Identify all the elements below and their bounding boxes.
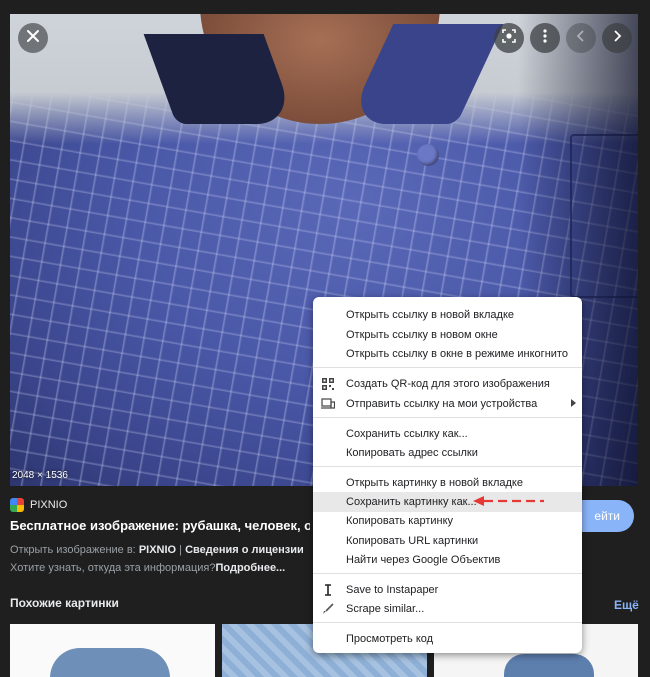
- menu-separator: [313, 622, 582, 623]
- menu-item-label: Сохранить картинку как...: [346, 496, 477, 508]
- chevron-right-icon: [610, 29, 624, 48]
- previous-button[interactable]: [566, 23, 596, 53]
- menu-item-label: Копировать URL картинки: [346, 535, 479, 547]
- lens-button[interactable]: [494, 23, 524, 53]
- similar-images-heading: Похожие картинки: [10, 596, 119, 610]
- menu-item-search-google-lens[interactable]: Найти через Google Объектив: [313, 550, 582, 570]
- context-menu: Открыть ссылку в новой вкладке Открыть с…: [313, 297, 582, 653]
- instapaper-icon: [321, 583, 335, 597]
- close-button[interactable]: [18, 23, 48, 53]
- annotation-arrow-icon: [473, 496, 544, 506]
- menu-item-label: Создать QR-код для этого изображения: [346, 378, 550, 390]
- menu-separator: [313, 367, 582, 368]
- thumbnail-image: [50, 648, 170, 677]
- source-favicon-icon: [10, 498, 24, 512]
- more-vert-icon: [538, 28, 552, 49]
- similar-more-link[interactable]: Ещё: [614, 598, 639, 612]
- similar-thumbnail[interactable]: [10, 624, 215, 677]
- devices-icon: [321, 397, 335, 411]
- menu-item-label: Копировать картинку: [346, 515, 454, 527]
- source-name[interactable]: PIXNIO: [30, 499, 67, 511]
- separator: |: [176, 544, 186, 556]
- menu-item-label: Save to Instapaper: [346, 584, 439, 596]
- menu-item-open-link-new-tab[interactable]: Открыть ссылку в новой вкладке: [313, 305, 582, 325]
- chevron-left-icon: [574, 29, 588, 48]
- menu-item-label: Scrape similar...: [346, 603, 425, 615]
- menu-item-copy-link-address[interactable]: Копировать адрес ссылки: [313, 443, 582, 463]
- menu-item-label: Отправить ссылку на мои устройства: [346, 398, 538, 410]
- menu-item-label: Открыть ссылку в новом окне: [346, 329, 498, 341]
- submenu-arrow-icon: [571, 399, 576, 407]
- scraper-icon: [321, 602, 335, 616]
- open-image-line: Открыть изображение в: PIXNIO | Сведения…: [10, 544, 304, 556]
- menu-item-inspect[interactable]: Просмотреть код: [313, 629, 582, 649]
- open-image-site-link[interactable]: PIXNIO: [139, 544, 176, 556]
- menu-item-label: Открыть ссылку в окне в режиме инкогнито: [346, 348, 568, 360]
- menu-item-label: Копировать адрес ссылки: [346, 447, 478, 459]
- next-button[interactable]: [602, 23, 632, 53]
- menu-item-copy-image-url[interactable]: Копировать URL картинки: [313, 531, 582, 551]
- info-more-link[interactable]: Подробнее...: [215, 562, 285, 574]
- menu-item-label: Открыть картинку в новой вкладке: [346, 477, 523, 489]
- image-dimensions: 2048 × 1536: [12, 470, 68, 481]
- menu-item-send-to-devices[interactable]: Отправить ссылку на мои устройства: [313, 394, 582, 414]
- menu-item-open-image-new-tab[interactable]: Открыть картинку в новой вкладке: [313, 473, 582, 493]
- close-icon: [25, 28, 41, 49]
- qr-code-icon: [321, 377, 335, 391]
- menu-item-save-link-as[interactable]: Сохранить ссылку как...: [313, 424, 582, 444]
- info-question: Хотите узнать, откуда эта информация?: [10, 562, 216, 574]
- menu-item-save-to-instapaper[interactable]: Save to Instapaper: [313, 580, 582, 600]
- menu-item-copy-image[interactable]: Копировать картинку: [313, 511, 582, 531]
- menu-item-label: Сохранить ссылку как...: [346, 428, 468, 440]
- more-options-button[interactable]: [530, 23, 560, 53]
- menu-separator: [313, 466, 582, 467]
- menu-item-label: Найти через Google Объектив: [346, 554, 501, 566]
- menu-item-scrape-similar[interactable]: Scrape similar...: [313, 599, 582, 619]
- menu-separator: [313, 573, 582, 574]
- menu-item-create-qr[interactable]: Создать QR-код для этого изображения: [313, 374, 582, 394]
- menu-item-label: Просмотреть код: [346, 633, 434, 645]
- lens-icon: [501, 28, 517, 49]
- license-link[interactable]: Сведения о лицензии: [185, 544, 304, 556]
- menu-item-open-link-new-window[interactable]: Открыть ссылку в новом окне: [313, 325, 582, 345]
- image-title[interactable]: Бесплатное изображение: рубашка, человек…: [10, 518, 310, 533]
- menu-item-open-link-incognito[interactable]: Открыть ссылку в окне в режиме инкогнито: [313, 344, 582, 364]
- open-image-label: Открыть изображение в:: [10, 544, 139, 556]
- thumbnail-image: [504, 654, 594, 677]
- image-shirt-button: [417, 144, 439, 166]
- menu-item-label: Открыть ссылку в новой вкладке: [346, 309, 514, 321]
- info-line: Хотите узнать, откуда эта информация?Под…: [10, 562, 285, 574]
- menu-separator: [313, 417, 582, 418]
